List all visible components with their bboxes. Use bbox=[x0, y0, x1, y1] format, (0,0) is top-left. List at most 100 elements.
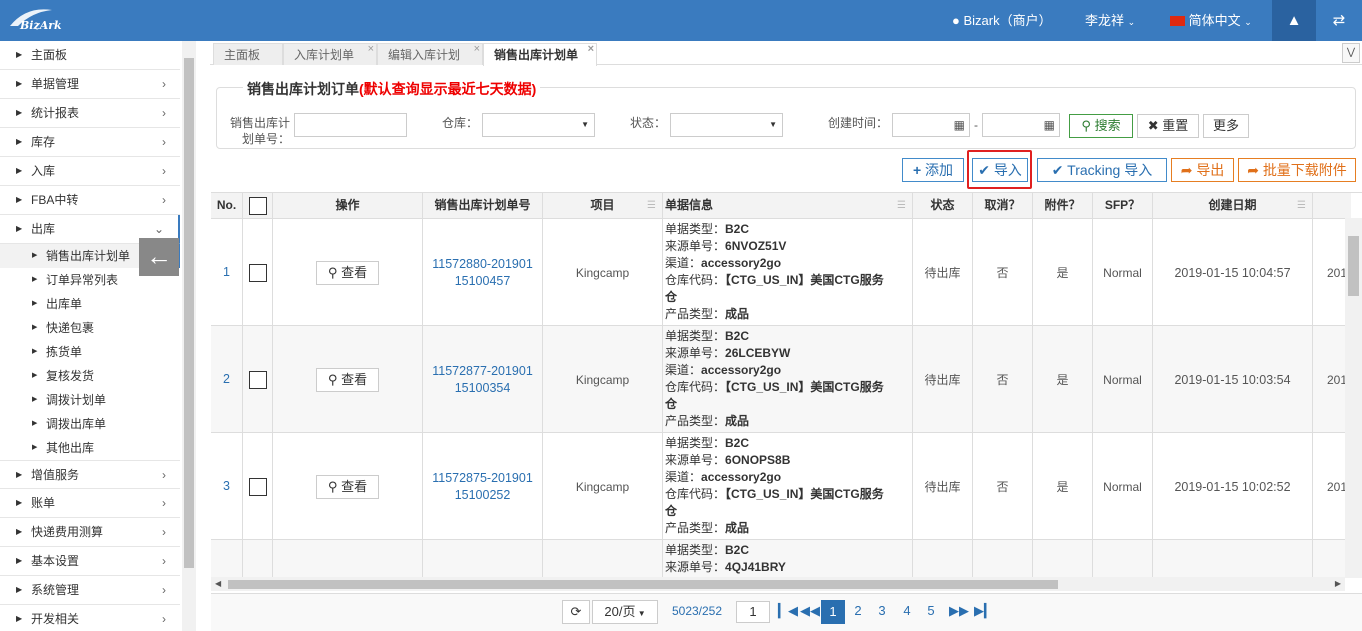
table-row[interactable]: 单据类型：B2C 来源单号：4QJ41BRY bbox=[211, 540, 1351, 577]
sidebar-subitem-transfer-outbound[interactable]: ▶ 调拨出库单 bbox=[0, 412, 180, 436]
menu-icon[interactable]: ☰ bbox=[1297, 193, 1306, 218]
status-select[interactable]: ▼ bbox=[670, 113, 783, 137]
column-header-order-no[interactable]: 销售出库计划单号 bbox=[423, 193, 543, 219]
order-no-link[interactable]: 11572875-201901 15100252 bbox=[423, 433, 543, 540]
column-header-doc-info[interactable]: 单据信息 ☰ bbox=[663, 193, 913, 219]
tracking-import-button[interactable]: ✔ Tracking 导入 bbox=[1037, 158, 1167, 182]
user-menu[interactable]: 李龙祥 ⌄ bbox=[1085, 0, 1135, 41]
grid-horizontal-scrollbar[interactable]: ◀ ▶ bbox=[211, 577, 1345, 591]
next-page-button[interactable]: ▶▶ bbox=[948, 600, 970, 624]
column-header-project[interactable]: 项目 ☰ bbox=[543, 193, 663, 219]
column-header-no[interactable]: No. bbox=[211, 193, 243, 219]
sidebar-subitem-parcels[interactable]: ▶ 快递包裹 bbox=[0, 316, 180, 340]
tab-inbound-plan[interactable]: 入库计划单 × bbox=[283, 43, 377, 65]
sidebar-subitem-other-outbound[interactable]: ▶ 其他出库 bbox=[0, 436, 180, 460]
export-button[interactable]: ➦ 导出 bbox=[1171, 158, 1234, 182]
sidebar-item-basic-settings[interactable]: ▶ 基本设置 › bbox=[0, 547, 180, 576]
account-menu[interactable]: ● Bizark（商户） bbox=[952, 0, 1052, 41]
calendar-icon[interactable]: ▦ bbox=[954, 114, 965, 136]
table-row[interactable]: 2 ⚲ 查看 11572877-201901 15100354 Kingcamp … bbox=[211, 326, 1351, 433]
scroll-right-icon[interactable]: ▶ bbox=[1335, 577, 1341, 591]
close-icon[interactable]: × bbox=[368, 38, 374, 60]
batch-download-button[interactable]: ➦ 批量下载附件 bbox=[1238, 158, 1356, 182]
row-checkbox[interactable] bbox=[248, 477, 267, 496]
warehouse-code-cont: 仓 bbox=[665, 397, 678, 411]
column-header-cancel[interactable]: 取消？ bbox=[973, 193, 1033, 219]
page-1-button[interactable]: 1 bbox=[821, 600, 845, 624]
date-to-input[interactable]: ▦ bbox=[982, 113, 1060, 137]
first-page-button[interactable]: ▎◀ bbox=[778, 600, 798, 624]
sidebar-subitem-picking[interactable]: ▶ 拣货单 bbox=[0, 340, 180, 364]
column-header-actions[interactable]: 操作 bbox=[273, 193, 423, 219]
page-size-select[interactable]: 20/页 ▼ bbox=[592, 600, 658, 624]
tab-edit-inbound-plan[interactable]: 编辑入库计划 × bbox=[377, 43, 483, 65]
view-button[interactable]: ⚲ 查看 bbox=[316, 367, 379, 392]
tab-dashboard[interactable]: 主面板 bbox=[213, 43, 283, 65]
page-4-button[interactable]: 4 bbox=[896, 600, 918, 624]
column-header-select[interactable] bbox=[243, 193, 273, 219]
sidebar-item-bills[interactable]: ▶ 账单 › bbox=[0, 489, 180, 518]
warehouse-select[interactable]: ▼ bbox=[482, 113, 595, 137]
scrollbar-thumb[interactable] bbox=[1348, 236, 1359, 296]
column-header-status[interactable]: 状态 bbox=[913, 193, 973, 219]
sidebar-item-fba[interactable]: ▶ FBA中转 › bbox=[0, 186, 180, 215]
view-button[interactable]: ⚲ 查看 bbox=[316, 260, 379, 285]
close-icon[interactable]: × bbox=[474, 38, 480, 60]
page-2-button[interactable]: 2 bbox=[847, 600, 869, 624]
tab-sales-outbound-plan[interactable]: 销售出库计划单 × bbox=[483, 43, 597, 66]
scrollbar-thumb[interactable] bbox=[184, 58, 194, 568]
order-no-input[interactable] bbox=[294, 113, 407, 137]
switch-button[interactable]: ⇄ bbox=[1317, 0, 1361, 41]
sidebar-item-dev[interactable]: ▶ 开发相关 › bbox=[0, 605, 180, 631]
sidebar-item-documents[interactable]: ▶ 单据管理 › bbox=[0, 70, 180, 99]
row-checkbox[interactable] bbox=[248, 263, 267, 282]
tree-button[interactable]: ▲ bbox=[1272, 0, 1316, 41]
sidebar-item-inbound[interactable]: ▶ 入库 › bbox=[0, 157, 180, 186]
page-3-button[interactable]: 3 bbox=[871, 600, 893, 624]
row-checkbox[interactable] bbox=[248, 370, 267, 389]
column-header-attachment[interactable]: 附件？ bbox=[1033, 193, 1093, 219]
sidebar-item-system[interactable]: ▶ 系统管理 › bbox=[0, 576, 180, 605]
language-menu[interactable]: 简体中文 ⌄ bbox=[1170, 0, 1252, 41]
sidebar-item-value-added[interactable]: ▶ 增值服务 › bbox=[0, 460, 180, 489]
page-5-button[interactable]: 5 bbox=[920, 600, 942, 624]
reset-button[interactable]: ✖ 重置 bbox=[1137, 114, 1199, 138]
refresh-button[interactable]: ⟳ bbox=[562, 600, 590, 624]
info-label: 仓库代码： bbox=[665, 273, 726, 287]
calendar-icon[interactable]: ▦ bbox=[1044, 114, 1055, 136]
search-button[interactable]: ⚲ 搜索 bbox=[1069, 114, 1133, 138]
sidebar-subitem-outbound-order[interactable]: ▶ 出库单 bbox=[0, 292, 180, 316]
close-icon[interactable]: × bbox=[588, 38, 594, 60]
more-button[interactable]: 更多 bbox=[1203, 114, 1249, 138]
bizark-logo[interactable]: BizArk bbox=[6, 4, 66, 36]
menu-icon[interactable]: ☰ bbox=[647, 193, 656, 218]
order-no-link[interactable]: 11572877-201901 15100354 bbox=[423, 326, 543, 433]
last-page-button[interactable]: ▶▎ bbox=[974, 600, 994, 624]
sidebar-item-dashboard[interactable]: ▶ 主面板 bbox=[0, 41, 180, 70]
table-row[interactable]: 1 ⚲ 查看 11572880-201901 15100457 Kingcamp … bbox=[211, 219, 1351, 326]
sidebar-item-shipping-calc[interactable]: ▶ 快递费用测算 › bbox=[0, 518, 180, 547]
select-all-checkbox[interactable] bbox=[248, 197, 267, 215]
sidebar-subitem-transfer-plan[interactable]: ▶ 调拨计划单 bbox=[0, 388, 180, 412]
prev-page-button[interactable]: ◀◀ bbox=[800, 600, 820, 624]
collapse-sidebar-button[interactable]: ← bbox=[139, 238, 179, 276]
scrollbar-thumb[interactable] bbox=[228, 580, 1058, 589]
sidebar-scrollbar[interactable] bbox=[182, 41, 196, 631]
order-no-link[interactable] bbox=[423, 540, 543, 577]
scroll-left-icon[interactable]: ◀ bbox=[215, 577, 221, 591]
order-no-link[interactable]: 11572880-201901 15100457 bbox=[423, 219, 543, 326]
date-from-input[interactable]: ▦ bbox=[892, 113, 970, 137]
warehouse-label: 仓库： bbox=[441, 116, 478, 130]
sidebar-item-inventory[interactable]: ▶ 库存 › bbox=[0, 128, 180, 157]
add-button[interactable]: + 添加 bbox=[902, 158, 964, 182]
page-goto-input[interactable]: 1 bbox=[736, 601, 770, 623]
sidebar-item-reports[interactable]: ▶ 统计报表 › bbox=[0, 99, 180, 128]
column-header-sfp[interactable]: SFP？ bbox=[1093, 193, 1153, 219]
tab-list-dropdown[interactable]: ⋁ bbox=[1342, 43, 1360, 63]
view-button[interactable]: ⚲ 查看 bbox=[316, 474, 379, 499]
column-header-created[interactable]: 创建日期 ☰ bbox=[1153, 193, 1313, 219]
table-row[interactable]: 3 ⚲ 查看 11572875-201901 15100252 Kingcamp … bbox=[211, 433, 1351, 540]
menu-icon[interactable]: ☰ bbox=[897, 193, 906, 218]
sidebar-subitem-review-ship[interactable]: ▶ 复核发货 bbox=[0, 364, 180, 388]
grid-vertical-scrollbar[interactable] bbox=[1345, 218, 1362, 578]
